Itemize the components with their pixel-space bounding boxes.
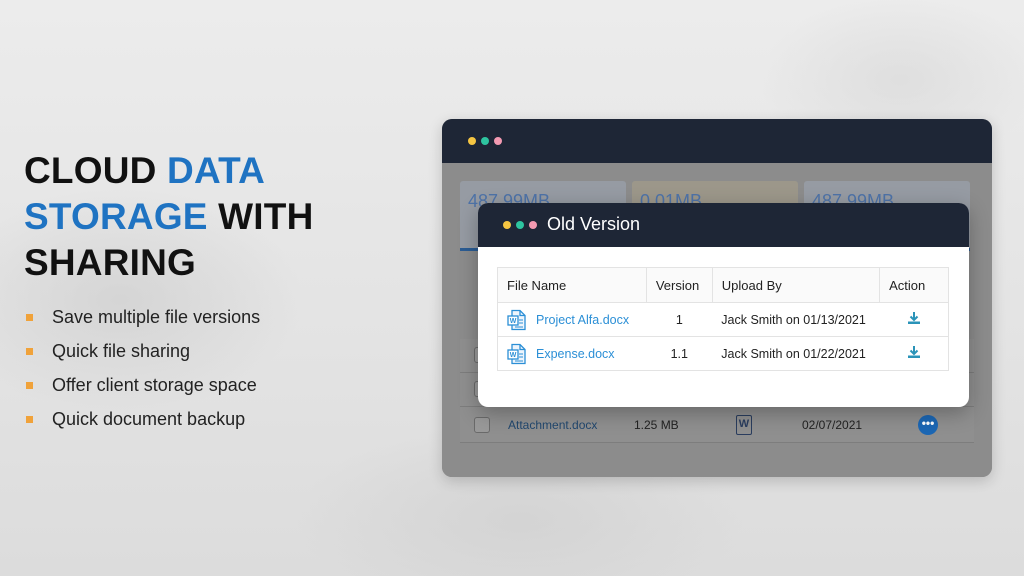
version-cell: 1.1 xyxy=(646,336,713,371)
column-header-upload-by: Upload By xyxy=(711,267,881,303)
column-header-file-name: File Name xyxy=(497,267,647,303)
window-dots-icon xyxy=(468,137,502,145)
file-cell: W Expense.docx xyxy=(497,336,647,371)
bullet-square-icon xyxy=(26,347,33,355)
headline: CLOUD DATA STORAGE WITH SHARING xyxy=(24,148,404,286)
svg-text:W: W xyxy=(510,352,517,359)
modal-title: Old Version xyxy=(547,214,641,234)
feature-text: Quick document backup xyxy=(52,408,246,429)
upload-by-cell: Jack Smith on 01/22/2021 xyxy=(712,336,880,371)
feature-text: Quick file sharing xyxy=(52,340,191,361)
svg-text:W: W xyxy=(510,318,517,325)
feature-text: Offer client storage space xyxy=(52,374,257,395)
table-header-row: File Name Version Upload By Action xyxy=(497,267,949,303)
table-row: W Expense.docx 1.1 Jack Smith on 01/22/2… xyxy=(497,336,949,371)
word-doc-icon: W xyxy=(507,309,526,330)
modal-dots-icon xyxy=(503,221,537,229)
headline-part4: WITH xyxy=(207,196,314,237)
dot-yellow-icon xyxy=(468,137,476,145)
file-cell: W Project Alfa.docx xyxy=(497,302,647,337)
download-icon[interactable] xyxy=(907,345,921,359)
dot-yellow-icon xyxy=(503,221,511,229)
file-name-link[interactable]: Attachment.docx xyxy=(508,418,597,432)
action-cell xyxy=(879,336,949,371)
modal-titlebar: Old Version xyxy=(478,203,969,247)
bullet-square-icon xyxy=(26,313,33,321)
download-icon[interactable] xyxy=(907,311,921,325)
file-name-link[interactable]: Project Alfa.docx xyxy=(536,313,629,327)
headline-part3: STORAGE xyxy=(24,196,208,237)
feature-item: Quick document backup xyxy=(24,402,404,436)
feature-list: Save multiple file versions Quick file s… xyxy=(24,300,404,436)
action-cell xyxy=(879,302,949,337)
old-version-modal: Old Version File Name Version Upload By … xyxy=(478,203,969,407)
dot-pink-icon xyxy=(529,221,537,229)
row-checkbox[interactable] xyxy=(474,417,490,433)
dot-green-icon xyxy=(481,137,489,145)
word-doc-icon: W xyxy=(507,343,526,364)
bullet-square-icon xyxy=(26,415,33,423)
dot-green-icon xyxy=(516,221,524,229)
file-size: 1.25 MB xyxy=(634,418,679,432)
column-header-version: Version xyxy=(645,267,713,303)
feature-item: Save multiple file versions xyxy=(24,300,404,334)
version-table: File Name Version Upload By Action W Pro… xyxy=(497,267,949,371)
headline-part5: SHARING xyxy=(24,242,197,283)
bullet-square-icon xyxy=(26,381,33,389)
headline-part1: CLOUD xyxy=(24,150,168,191)
table-row: W Project Alfa.docx 1 Jack Smith on 01/1… xyxy=(497,302,949,337)
upload-by-cell: Jack Smith on 01/13/2021 xyxy=(712,302,880,337)
file-date: 02/07/2021 xyxy=(802,418,863,432)
hero-text: CLOUD DATA STORAGE WITH SHARING Save mul… xyxy=(24,148,404,436)
file-name-link[interactable]: Expense.docx xyxy=(536,347,615,361)
window-titlebar xyxy=(442,119,992,163)
feature-text: Save multiple file versions xyxy=(52,306,261,327)
dot-pink-icon xyxy=(494,137,502,145)
more-options-icon[interactable]: ••• xyxy=(918,415,938,435)
column-header-action: Action xyxy=(879,267,949,303)
table-row-attachment: Attachment.docx 1.25 MB W 02/07/2021 ••• xyxy=(460,407,974,443)
feature-item: Offer client storage space xyxy=(24,368,404,402)
version-cell: 1 xyxy=(646,302,713,337)
word-doc-icon: W xyxy=(736,415,752,435)
feature-item: Quick file sharing xyxy=(24,334,404,368)
headline-part2: DATA xyxy=(167,150,266,191)
